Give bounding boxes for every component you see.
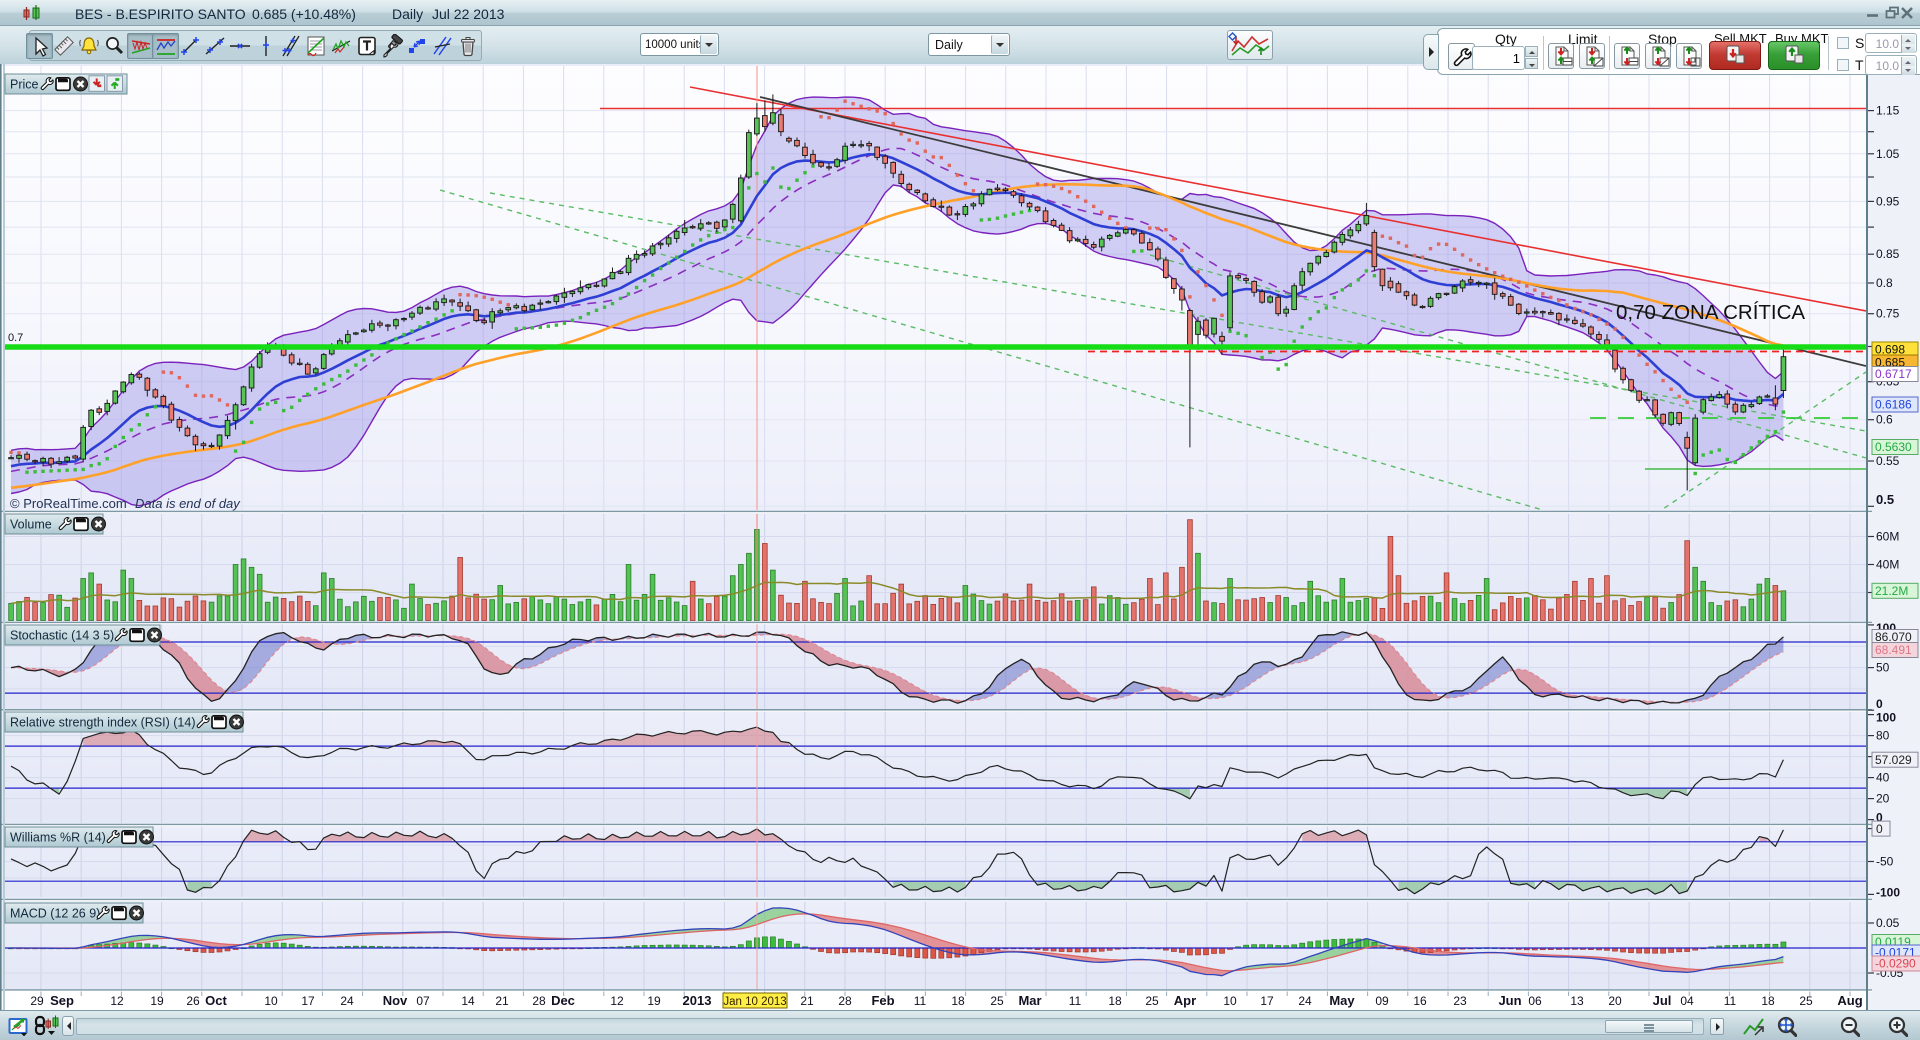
svg-text:57.029: 57.029 bbox=[1875, 753, 1912, 767]
svg-text:1.05: 1.05 bbox=[1876, 147, 1900, 161]
svg-text:Price: Price bbox=[10, 78, 39, 92]
svg-text:26: 26 bbox=[186, 994, 200, 1008]
svg-text:Jun: Jun bbox=[1498, 993, 1521, 1008]
svg-text:0.6186: 0.6186 bbox=[1875, 398, 1912, 412]
svg-text:© ProRealTime.com: © ProRealTime.com bbox=[10, 496, 127, 511]
svg-text:68.491: 68.491 bbox=[1875, 643, 1912, 657]
svg-text:17: 17 bbox=[301, 994, 315, 1008]
svg-text:50: 50 bbox=[1876, 661, 1890, 675]
svg-text:23: 23 bbox=[1453, 994, 1467, 1008]
svg-text:29: 29 bbox=[30, 994, 44, 1008]
svg-text:18: 18 bbox=[1108, 994, 1122, 1008]
svg-text:Volume: Volume bbox=[10, 518, 52, 532]
svg-text:07: 07 bbox=[416, 994, 430, 1008]
svg-text:0.5630: 0.5630 bbox=[1875, 440, 1912, 454]
svg-text:100: 100 bbox=[1876, 711, 1896, 725]
svg-text:Sep: Sep bbox=[50, 993, 74, 1008]
svg-text:19: 19 bbox=[647, 994, 661, 1008]
svg-text:0.7: 0.7 bbox=[8, 332, 23, 344]
svg-text:Stochastic (14 3 5): Stochastic (14 3 5) bbox=[10, 629, 114, 643]
svg-text:12: 12 bbox=[110, 994, 124, 1008]
svg-text:17: 17 bbox=[1260, 994, 1274, 1008]
svg-text:04: 04 bbox=[1680, 994, 1694, 1008]
svg-text:Relative strength index (RSI): Relative strength index (RSI) (14) bbox=[10, 716, 196, 730]
svg-text:11: 11 bbox=[914, 994, 927, 1008]
svg-text:28: 28 bbox=[532, 994, 546, 1008]
svg-text:Oct: Oct bbox=[205, 993, 227, 1008]
svg-text:40M: 40M bbox=[1876, 558, 1899, 572]
svg-text:Data is end of day: Data is end of day bbox=[135, 496, 241, 511]
svg-text:10: 10 bbox=[1223, 994, 1237, 1008]
svg-text:14: 14 bbox=[461, 994, 475, 1008]
svg-text:20: 20 bbox=[1608, 994, 1622, 1008]
svg-text:Aug: Aug bbox=[1837, 993, 1862, 1008]
svg-text:21.2M: 21.2M bbox=[1875, 584, 1908, 598]
svg-text:May: May bbox=[1329, 993, 1355, 1008]
svg-text:0.55: 0.55 bbox=[1876, 454, 1900, 468]
svg-text:13: 13 bbox=[1570, 994, 1584, 1008]
svg-text:80: 80 bbox=[1876, 729, 1890, 743]
svg-text:Dec: Dec bbox=[551, 993, 575, 1008]
svg-text:24: 24 bbox=[340, 994, 354, 1008]
svg-text:0: 0 bbox=[1876, 697, 1883, 711]
svg-text:Mar: Mar bbox=[1018, 993, 1041, 1008]
svg-text:16: 16 bbox=[1413, 994, 1427, 1008]
svg-text:25: 25 bbox=[1799, 994, 1813, 1008]
svg-text:0.75: 0.75 bbox=[1876, 307, 1900, 321]
svg-text:Feb: Feb bbox=[871, 993, 894, 1008]
svg-text:-50: -50 bbox=[1876, 855, 1894, 869]
svg-text:21: 21 bbox=[800, 994, 814, 1008]
svg-text:0.5: 0.5 bbox=[1876, 492, 1894, 507]
svg-text:25: 25 bbox=[1145, 994, 1159, 1008]
svg-text:-100: -100 bbox=[1876, 885, 1900, 899]
svg-text:10: 10 bbox=[264, 994, 278, 1008]
svg-text:21: 21 bbox=[495, 994, 509, 1008]
svg-text:Jan 10 2013: Jan 10 2013 bbox=[723, 996, 786, 1008]
svg-text:2013: 2013 bbox=[683, 993, 712, 1008]
svg-text:0.8: 0.8 bbox=[1876, 276, 1893, 290]
svg-text:0: 0 bbox=[1876, 822, 1883, 836]
svg-text:06: 06 bbox=[1528, 994, 1542, 1008]
svg-text:11: 11 bbox=[1069, 994, 1082, 1008]
svg-text:Nov: Nov bbox=[383, 993, 408, 1008]
svg-text:09: 09 bbox=[1375, 994, 1389, 1008]
svg-text:18: 18 bbox=[951, 994, 965, 1008]
svg-text:0.05: 0.05 bbox=[1876, 916, 1900, 930]
svg-text:Williams %R (14): Williams %R (14) bbox=[10, 831, 106, 845]
svg-text:19: 19 bbox=[150, 994, 164, 1008]
svg-text:Apr: Apr bbox=[1174, 993, 1196, 1008]
svg-text:20: 20 bbox=[1876, 792, 1890, 806]
svg-text:0,70 ZONA CRÍTICA: 0,70 ZONA CRÍTICA bbox=[1616, 301, 1805, 324]
svg-text:18: 18 bbox=[1761, 994, 1775, 1008]
svg-text:0.6717: 0.6717 bbox=[1875, 367, 1912, 381]
svg-text:Jul: Jul bbox=[1653, 993, 1672, 1008]
svg-text:28: 28 bbox=[838, 994, 852, 1008]
svg-text:-0.0290: -0.0290 bbox=[1875, 957, 1916, 971]
svg-text:25: 25 bbox=[990, 994, 1004, 1008]
svg-text:11: 11 bbox=[1724, 994, 1737, 1008]
svg-text:24: 24 bbox=[1298, 994, 1312, 1008]
svg-text:0.6: 0.6 bbox=[1876, 413, 1893, 427]
svg-text:40: 40 bbox=[1876, 771, 1890, 785]
svg-text:0.85: 0.85 bbox=[1876, 247, 1900, 261]
svg-text:60M: 60M bbox=[1876, 530, 1899, 544]
svg-text:MACD (12 26 9): MACD (12 26 9) bbox=[10, 907, 100, 921]
svg-text:0.95: 0.95 bbox=[1876, 194, 1900, 208]
svg-text:1.15: 1.15 bbox=[1876, 104, 1900, 118]
svg-text:12: 12 bbox=[610, 994, 624, 1008]
